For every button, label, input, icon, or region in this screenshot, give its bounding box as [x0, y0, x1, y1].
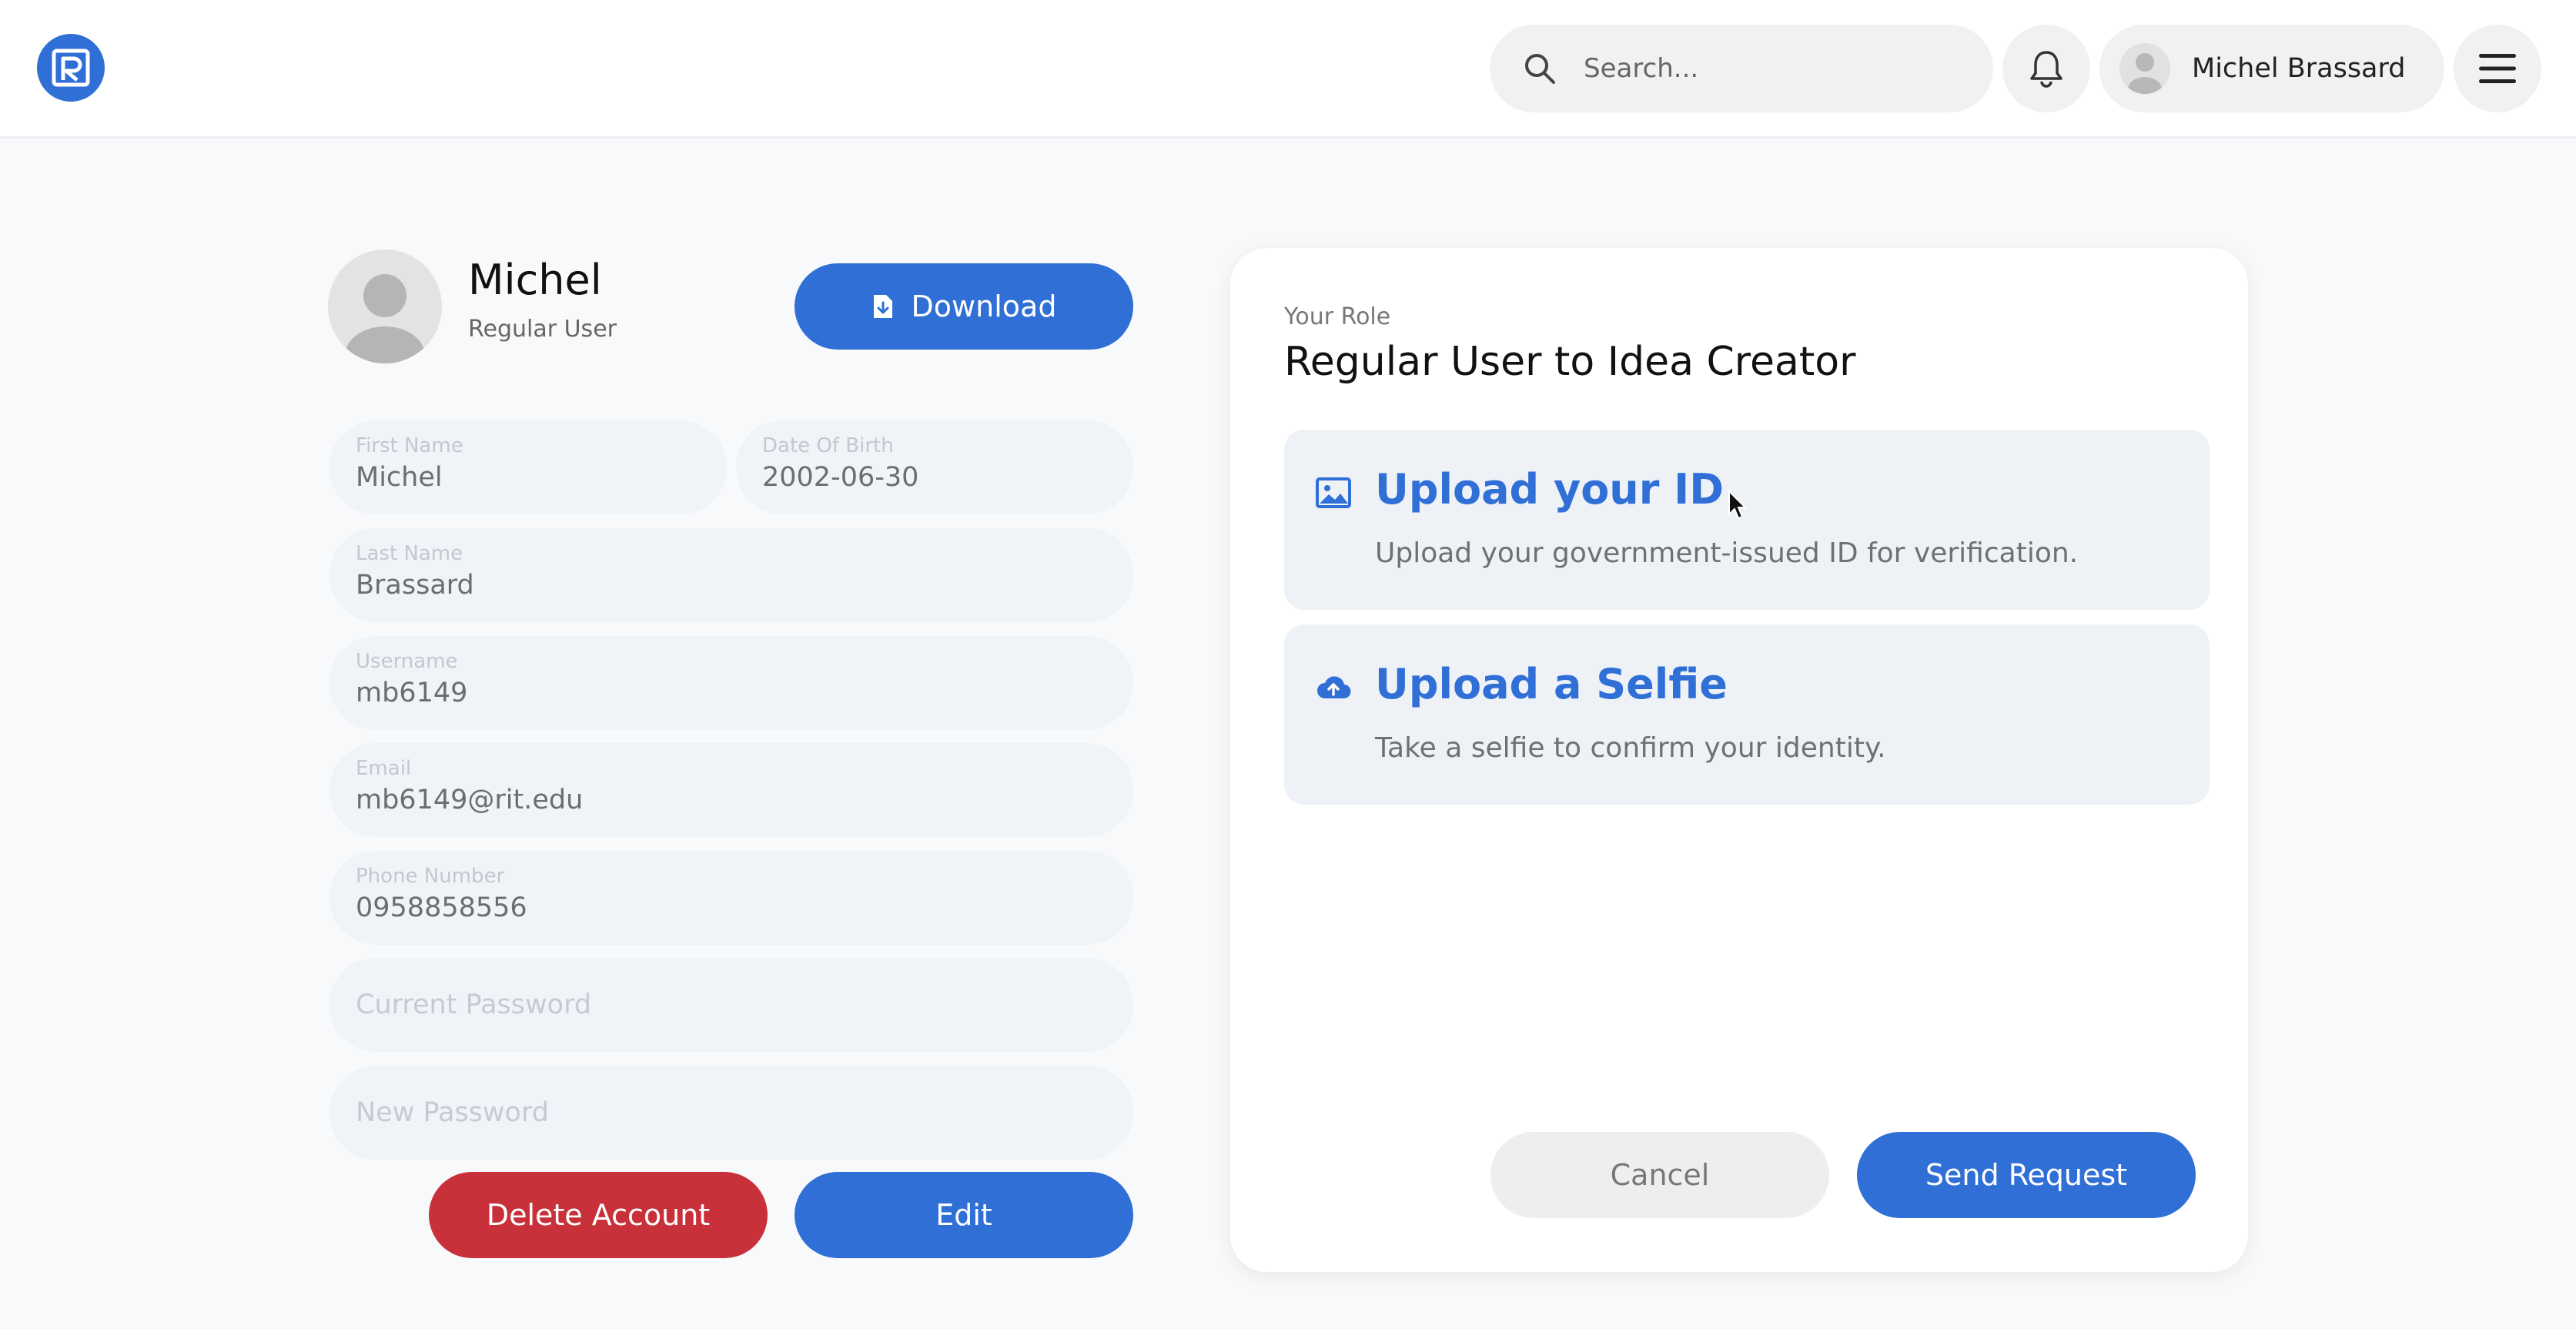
logo-icon — [52, 49, 90, 87]
download-label: Download — [911, 290, 1057, 323]
search-input[interactable] — [1584, 42, 1969, 95]
new-password-field[interactable] — [330, 1066, 1133, 1160]
phone-number-field[interactable]: Phone Number 0958858556 — [330, 851, 1133, 945]
username-label: Username — [356, 650, 458, 673]
date-of-birth-value: 2002-06-30 — [762, 462, 919, 493]
current-password-input[interactable] — [356, 958, 1107, 1052]
last-name-value: Brassard — [356, 570, 474, 601]
email-label: Email — [356, 757, 412, 780]
date-of-birth-field[interactable]: Date Of Birth 2002-06-30 — [736, 420, 1133, 514]
email-value: mb6149@rit.edu — [356, 785, 584, 815]
user-menu-chip[interactable]: Michel Brassard — [2099, 25, 2444, 112]
role-label: Your Role — [1284, 303, 1391, 330]
cloud-upload-icon — [1317, 676, 1351, 699]
profile-role: Regular User — [468, 316, 617, 343]
hamburger-icon — [2479, 54, 2516, 83]
cancel-button[interactable]: Cancel — [1490, 1132, 1829, 1218]
send-request-button[interactable]: Send Request — [1857, 1132, 2196, 1218]
first-name-value: Michel — [356, 462, 443, 493]
username-field[interactable]: Username mb6149 — [330, 636, 1133, 730]
app-logo[interactable] — [37, 34, 105, 102]
new-password-input[interactable] — [356, 1066, 1107, 1160]
avatar — [2119, 43, 2170, 94]
profile-avatar — [328, 249, 442, 363]
phone-number-label: Phone Number — [356, 865, 505, 888]
edit-button[interactable]: Edit — [795, 1172, 1133, 1258]
top-header: Michel Brassard — [0, 0, 2576, 139]
search-bar[interactable] — [1490, 25, 1993, 112]
file-download-icon — [873, 295, 892, 318]
notifications-button[interactable] — [2002, 25, 2090, 112]
upload-id-title: Upload your ID — [1375, 465, 1725, 514]
upload-id-description: Upload your government-issued ID for ver… — [1375, 537, 2079, 569]
bell-icon — [2030, 51, 2062, 88]
download-button[interactable]: Download — [795, 263, 1133, 350]
hamburger-menu-button[interactable] — [2454, 25, 2541, 112]
mouse-cursor-icon — [1728, 490, 1748, 520]
first-name-label: First Name — [356, 434, 463, 457]
role-upgrade-card: Your Role Regular User to Idea Creator U… — [1230, 248, 2248, 1272]
email-field[interactable]: Email mb6149@rit.edu — [330, 743, 1133, 837]
profile-name: Michel — [468, 256, 602, 304]
upload-selfie-title: Upload a Selfie — [1375, 660, 1728, 708]
current-password-field[interactable] — [330, 958, 1133, 1052]
user-name: Michel Brassard — [2192, 53, 2406, 84]
search-icon — [1525, 54, 1555, 84]
phone-number-value: 0958858556 — [356, 892, 527, 923]
last-name-label: Last Name — [356, 542, 463, 565]
image-icon — [1316, 477, 1351, 508]
upload-selfie-description: Take a selfie to confirm your identity. — [1375, 732, 1886, 764]
user-silhouette-icon — [345, 274, 425, 363]
date-of-birth-label: Date Of Birth — [762, 434, 894, 457]
last-name-field[interactable]: Last Name Brassard — [330, 528, 1133, 622]
user-silhouette-icon — [2128, 53, 2162, 94]
first-name-field[interactable]: First Name Michel — [330, 420, 727, 514]
username-value: mb6149 — [356, 678, 468, 708]
delete-account-button[interactable]: Delete Account — [429, 1172, 768, 1258]
role-title: Regular User to Idea Creator — [1284, 339, 1856, 385]
upload-selfie-option[interactable]: Upload a Selfie Take a selfie to confirm… — [1284, 624, 2210, 805]
